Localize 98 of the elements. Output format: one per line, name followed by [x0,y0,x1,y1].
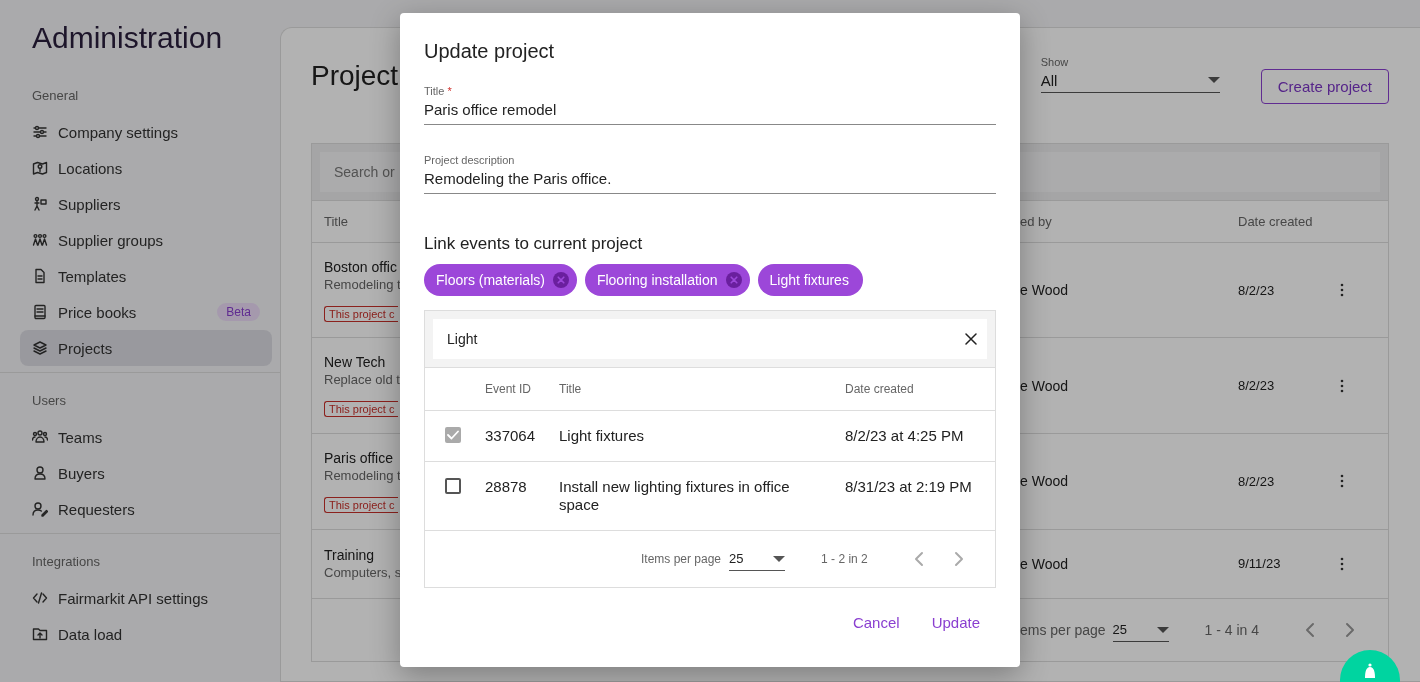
sidebar-item[interactable]: Suppliers [20,186,272,222]
chevron-right-icon[interactable] [953,551,964,567]
project-description: Replace old t [324,372,400,388]
sidebar-item[interactable]: Projects [20,330,272,366]
checkbox[interactable] [445,478,461,494]
column-header: Title [323,213,350,229]
field-label: Title [424,85,445,97]
table-cell-text: e Wood [1020,377,1069,394]
page-range: 1 - 4 in 4 [1204,622,1260,639]
sidebar-item[interactable]: Fairmarkit API settings [20,580,272,616]
dialog-title: Update project [424,39,556,64]
folder-upload-icon [32,626,48,642]
project-description: Remodeling t [324,467,400,483]
caret-icon [1156,626,1169,633]
column-header: Date created [845,382,915,396]
page-title: Administration [32,20,224,56]
page-range: 1 - 2 in 2 [821,552,868,566]
code-icon [32,590,48,606]
section-label: Integrations [32,553,101,571]
project-title: New Tech [324,354,387,371]
map-pin-icon [32,160,48,176]
sidebar-item[interactable]: Templates [20,258,272,294]
show-select[interactable]: All [1040,68,1220,93]
group-icon [32,232,48,248]
person-board-icon [32,196,48,212]
caret-icon [773,555,786,562]
section-label: General [32,87,80,105]
section-label: Users [32,392,67,410]
cancel-button[interactable]: Cancel [852,614,900,631]
table-cell-text: e Wood [1020,282,1069,299]
text-field[interactable]: Title * Paris office remodel [424,85,996,125]
pagination-label: ems per page [1020,622,1106,639]
create-project-button[interactable]: Create project [1260,69,1389,104]
more-options-icon[interactable] [1340,378,1344,393]
remove-icon[interactable] [725,272,742,288]
table-cell-text: 8/31/23 at 2:19 PM [845,478,973,496]
event-chip[interactable]: Light fixtures [757,264,863,296]
text-field[interactable]: Project description Remodeling the Paris office. [424,154,996,194]
table-cell-text: 337064 [485,427,537,445]
table-cell-text: e Wood [1020,473,1069,490]
sidebar-item[interactable]: Requesters [20,491,272,527]
table-cell-text: 8/2/23 [1238,378,1276,394]
more-options-icon[interactable] [1340,474,1344,489]
sidebar-item[interactable]: Teams [20,419,272,455]
person-icon [32,465,48,481]
project-title: Paris office [324,449,394,466]
per-page-select[interactable]: 25 [729,547,786,571]
table-cell-text: Install new lighting fixtures in office space [559,478,791,514]
person-edit-icon [32,501,48,517]
team-icon [32,429,48,445]
sidebar-item[interactable]: Supplier groups [20,222,272,258]
field-label: Show [1040,56,1070,68]
chevron-left-icon[interactable] [1305,622,1316,639]
sliders-icon [32,124,48,140]
column-header: Title [559,382,583,396]
more-options-icon[interactable] [1340,556,1344,571]
warning-tag: This project c [324,401,399,418]
caret-icon [1207,77,1220,83]
check-icon [447,430,459,440]
column-header: Event ID [485,382,533,396]
sidebar-item[interactable]: Price books Beta [20,294,272,330]
sidebar-item[interactable]: Data load [20,616,272,652]
book-icon [32,304,48,320]
project-title: Training [324,547,376,564]
more-options-icon[interactable] [1340,283,1344,298]
project-description: Remodeling t [324,276,400,292]
section-heading: Link events to current project [424,234,644,254]
column-header: Date created [1238,213,1314,229]
column-header: ed by [1020,213,1053,229]
sidebar-item[interactable]: Locations [20,150,272,186]
layers-icon [32,340,48,356]
close-icon[interactable] [965,333,977,345]
sidebar-item[interactable]: Buyers [20,455,272,491]
document-icon [32,268,48,284]
warning-tag: This project c [324,496,399,513]
field-label: Project description [424,154,515,166]
event-chip[interactable]: Floors (materials) [424,264,577,296]
warning-tag: This project c [324,305,399,322]
table-cell-text: 28878 [485,478,528,496]
panel-title: Project [311,59,399,93]
sidebar-item[interactable]: Company settings [20,114,272,150]
required-mark: * [447,85,452,97]
table-cell-text: 9/11/23 [1238,556,1282,572]
search-field[interactable]: Light [433,319,987,359]
table-cell-text: 8/2/23 at 4:25 PM [845,427,965,445]
table-cell-text: 8/2/23 [1238,282,1276,298]
pagination-label: Items per page [641,552,722,566]
table-cell-text: Light fixtures [559,427,646,445]
table-cell-text: e Wood [1020,555,1069,572]
per-page-select[interactable]: 25 [1112,618,1169,642]
remove-icon[interactable] [552,272,569,288]
chevron-left-icon[interactable] [913,551,924,567]
update-button[interactable]: Update [931,614,980,631]
beta-badge: Beta [217,303,260,321]
project-title: Boston offic [324,258,398,275]
table-cell-text: 8/2/23 [1238,473,1276,489]
event-chip[interactable]: Flooring installation [584,264,750,296]
chevron-right-icon[interactable] [1345,622,1356,639]
